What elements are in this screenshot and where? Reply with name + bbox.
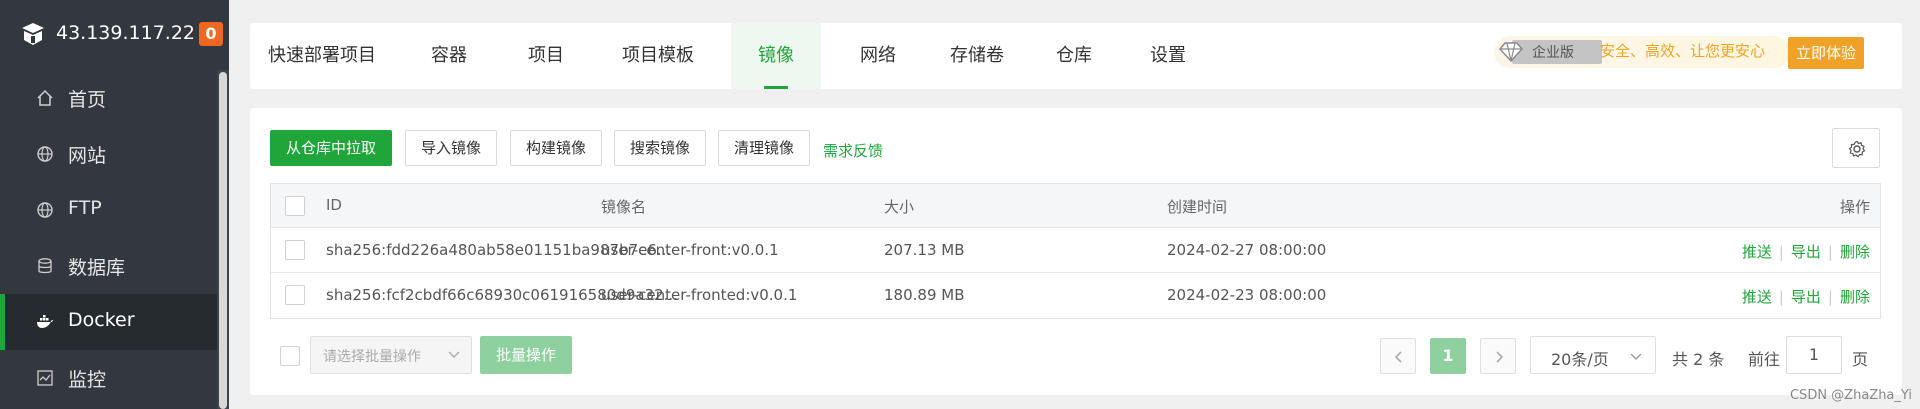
- sidebar-scrollbar[interactable]: [219, 72, 227, 409]
- page-size-select[interactable]: 20条/页: [1530, 336, 1656, 374]
- chevron-down-icon: [448, 351, 460, 358]
- enterprise-tag: 企业版: [1499, 40, 1602, 64]
- home-icon: [37, 89, 53, 106]
- globe-icon: [37, 202, 53, 218]
- search-image-button[interactable]: 搜索镜像: [614, 130, 706, 166]
- try-enterprise-button[interactable]: 立即体验: [1788, 37, 1864, 69]
- prev-page-button[interactable]: [1380, 338, 1416, 374]
- next-page-button[interactable]: [1480, 338, 1516, 374]
- row-actions: 推送 | 导出 | 删除: [1742, 286, 1870, 307]
- tab-registry[interactable]: 仓库: [1046, 23, 1102, 89]
- server-logo-icon: [22, 23, 44, 45]
- table-header: ID 镜像名 大小 创建时间 操作: [271, 184, 1880, 228]
- image-name: user-center-front:v0.0.1: [601, 241, 779, 259]
- sidebar-item-home[interactable]: 首页: [0, 70, 217, 126]
- image-name: user-center-fronted:v0.0.1: [601, 286, 798, 304]
- column-header-id[interactable]: ID: [326, 196, 342, 214]
- tab-quick-deploy[interactable]: 快速部署项目: [266, 23, 378, 89]
- separator: |: [1778, 243, 1784, 261]
- goto-suffix: 页: [1852, 350, 1869, 369]
- page-size-value: 20条/页: [1551, 350, 1609, 369]
- enterprise-slogan: 安全、高效、让您更安心: [1600, 42, 1766, 60]
- feedback-link[interactable]: 需求反馈: [823, 140, 883, 161]
- clean-images-button[interactable]: 清理镜像: [718, 130, 810, 166]
- image-created: 2024-02-23 08:00:00: [1167, 286, 1327, 304]
- delete-link[interactable]: 删除: [1840, 243, 1870, 261]
- pull-from-registry-button[interactable]: 从仓库中拉取: [270, 130, 392, 166]
- sidebar-item-website[interactable]: 网站: [0, 126, 217, 182]
- csdn-watermark: CSDN @ZhaZha_Yi: [1789, 388, 1912, 403]
- tab-containers[interactable]: 容器: [422, 23, 476, 89]
- batch-action-placeholder: 请选择批量操作: [323, 349, 421, 365]
- row-actions: 推送 | 导出 | 删除: [1742, 241, 1870, 262]
- tab-volumes[interactable]: 存储卷: [940, 23, 1014, 89]
- tab-projects[interactable]: 项目: [518, 23, 574, 89]
- sidebar-item-label: FTP: [68, 197, 102, 219]
- footer-select-all-checkbox[interactable]: [280, 346, 300, 366]
- tab-settings[interactable]: 设置: [1140, 23, 1196, 89]
- enterprise-tag-label: 企业版: [1532, 45, 1574, 61]
- batch-action-select[interactable]: 请选择批量操作: [310, 336, 472, 374]
- sidebar-item-label: Docker: [68, 309, 135, 331]
- gear-icon: [1848, 140, 1866, 158]
- push-link[interactable]: 推送: [1742, 243, 1772, 261]
- select-all-checkbox[interactable]: [285, 196, 305, 216]
- total-count: 共 2 条: [1672, 350, 1725, 369]
- monitor-icon: [37, 370, 53, 386]
- database-icon: [38, 258, 52, 274]
- export-link[interactable]: 导出: [1791, 243, 1821, 261]
- batch-action-button[interactable]: 批量操作: [480, 336, 572, 374]
- sidebar-item-ftp[interactable]: FTP: [0, 182, 217, 238]
- images-table: ID 镜像名 大小 创建时间 操作 sha256:fdd226a480ab58e…: [270, 183, 1881, 319]
- message-count-badge[interactable]: 0: [199, 22, 223, 46]
- column-header-name[interactable]: 镜像名: [601, 196, 646, 217]
- chevron-right-icon: [1496, 351, 1504, 363]
- sidebar-item-docker[interactable]: Docker: [0, 294, 217, 350]
- image-created: 2024-02-27 08:00:00: [1167, 241, 1327, 259]
- chevron-down-icon: [1630, 353, 1642, 360]
- globe-icon: [37, 146, 53, 162]
- server-ip[interactable]: 43.139.117.22: [56, 22, 195, 44]
- docker-icon: [37, 315, 53, 328]
- image-size: 180.89 MB: [884, 286, 965, 304]
- delete-link[interactable]: 删除: [1840, 288, 1870, 306]
- sidebar-item-monitor[interactable]: 监控: [0, 350, 217, 406]
- chevron-left-icon: [1394, 351, 1402, 363]
- sidebar-item-label: 监控: [68, 369, 107, 391]
- separator: |: [1827, 288, 1833, 306]
- sidebar: 43.139.117.22 0 首页 网站 FTP 数据库 Docker 监控: [0, 0, 229, 409]
- page-number-current[interactable]: 1: [1430, 338, 1466, 374]
- tab-images[interactable]: 镜像: [731, 23, 821, 89]
- column-header-size[interactable]: 大小: [884, 196, 914, 217]
- push-link[interactable]: 推送: [1742, 288, 1772, 306]
- sidebar-item-database[interactable]: 数据库: [0, 238, 217, 294]
- column-header-created[interactable]: 创建时间: [1167, 196, 1227, 217]
- row-checkbox[interactable]: [285, 240, 305, 260]
- goto-prefix: 前往: [1748, 350, 1781, 369]
- separator: |: [1778, 288, 1784, 306]
- export-link[interactable]: 导出: [1791, 288, 1821, 306]
- diamond-icon: [1499, 42, 1523, 63]
- images-panel: 从仓库中拉取 导入镜像 构建镜像 搜索镜像 清理镜像 需求反馈 ID 镜像名 大…: [250, 108, 1902, 395]
- sidebar-item-label: 首页: [68, 89, 107, 111]
- image-size: 207.13 MB: [884, 241, 965, 259]
- separator: |: [1827, 243, 1833, 261]
- tab-networks[interactable]: 网络: [848, 23, 908, 89]
- sidebar-item-label: 数据库: [68, 257, 126, 279]
- import-image-button[interactable]: 导入镜像: [405, 130, 497, 166]
- tab-project-templates[interactable]: 项目模板: [612, 23, 704, 89]
- sidebar-item-label: 网站: [68, 145, 107, 167]
- table-row: sha256:fdd226a480ab58e01151ba987b7e6... …: [271, 228, 1880, 273]
- goto-page-input[interactable]: 1: [1786, 336, 1842, 374]
- column-header-actions: 操作: [1839, 198, 1870, 216]
- docker-tabs-bar: 快速部署项目 容器 项目 项目模板 镜像 网络 存储卷 仓库 设置 企业版 安全…: [250, 23, 1902, 89]
- build-image-button[interactable]: 构建镜像: [510, 130, 602, 166]
- row-checkbox[interactable]: [285, 285, 305, 305]
- server-header: 43.139.117.22 0: [0, 0, 229, 70]
- table-row: sha256:fcf2cbdf66c68930c061916580d9a32..…: [271, 273, 1880, 318]
- table-settings-button[interactable]: [1832, 128, 1880, 168]
